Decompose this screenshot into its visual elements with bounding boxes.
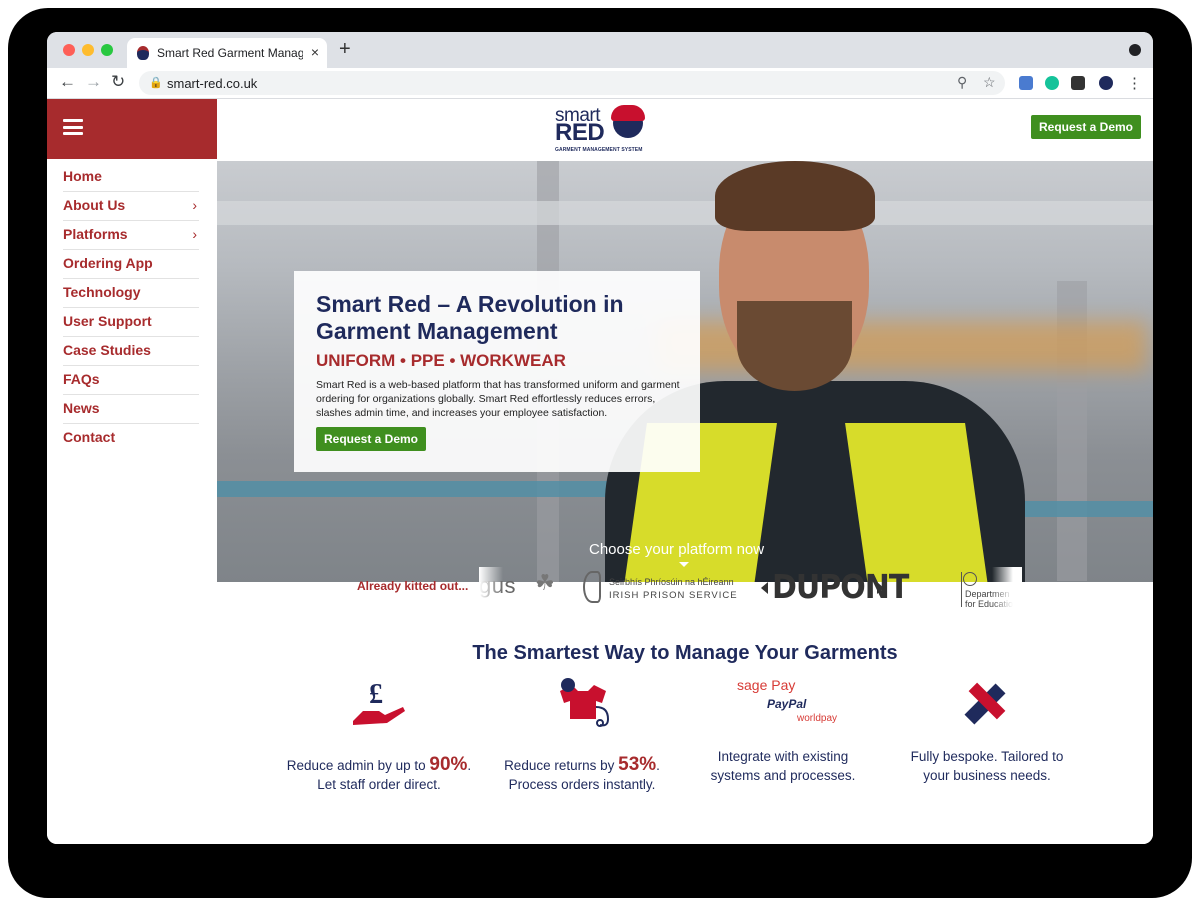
sidebar-item-label: News: [63, 400, 100, 416]
nav-list: Home About Us › Platforms › Ordering App Techn…: [63, 163, 199, 452]
tab-close-icon[interactable]: ×: [311, 44, 319, 60]
sidebar-item-contact[interactable]: Contact: [63, 424, 199, 452]
sidebar: Home About Us › Platforms › Ordering App Techn…: [47, 99, 219, 844]
sidebar-item-label: Case Studies: [63, 342, 151, 358]
sidebar-item-label: Contact: [63, 429, 116, 445]
lock-icon[interactable]: 🔒: [149, 76, 163, 89]
smart-red-logo[interactable]: smart RED GARMENT MANAGEMENT SYSTEM: [555, 105, 647, 155]
hero-subtitle: UNIFORM • PPE • WORKWEAR: [316, 351, 566, 370]
tab-search-icon[interactable]: [1129, 44, 1141, 56]
address-bar[interactable]: 🔒 smart-red.co.uk ⚲ ☆: [139, 71, 1005, 95]
request-demo-button[interactable]: Request a Demo: [1031, 115, 1141, 139]
maximize-window-button[interactable]: [101, 44, 113, 56]
browser-toolbar: ← → ↻ 🔒 smart-red.co.uk ⚲ ☆ ⋮: [47, 68, 1153, 99]
hero-card: Smart Red – A Revolution in Garment Mana…: [294, 271, 700, 472]
bg-conveyor: [217, 481, 637, 497]
site-header: smart RED GARMENT MANAGEMENT SYSTEM Requ…: [217, 99, 1153, 161]
bg-beam: [217, 201, 1153, 225]
forward-icon[interactable]: →: [85, 72, 102, 92]
close-window-button[interactable]: [63, 44, 75, 56]
sidebar-item-news[interactable]: News: [63, 395, 199, 424]
hero-banner: Smart Red – A Revolution in Garment Mana…: [217, 161, 1153, 582]
sidebar-item-platforms[interactable]: Platforms ›: [63, 221, 199, 250]
logo-red: RED: [555, 119, 605, 146]
sidebar-item-ordering-app[interactable]: Ordering App: [63, 250, 199, 279]
caret-down-icon[interactable]: [679, 562, 689, 567]
sidebar-item-case-studies[interactable]: Case Studies: [63, 337, 199, 366]
sidebar-item-home[interactable]: Home: [63, 163, 199, 192]
hamburger-icon[interactable]: [63, 119, 83, 135]
back-icon[interactable]: ←: [59, 72, 76, 92]
sidebar-item-label: Technology: [63, 284, 141, 300]
choose-platform-link[interactable]: Choose your platform now: [589, 541, 764, 558]
chevron-right-icon[interactable]: ›: [192, 192, 197, 218]
profile-avatar[interactable]: [1099, 76, 1113, 90]
grammarly-icon[interactable]: [1045, 76, 1059, 90]
url-text[interactable]: smart-red.co.uk: [167, 76, 257, 91]
sidebar-item-label: Ordering App: [63, 255, 153, 271]
sidebar-item-faqs[interactable]: FAQs: [63, 366, 199, 395]
person-beard: [737, 301, 852, 391]
menu-header: [47, 99, 217, 159]
new-tab-button[interactable]: +: [339, 38, 351, 61]
hero-title: Smart Red – A Revolution in Garment Mana…: [316, 291, 624, 344]
chevron-right-icon[interactable]: ›: [192, 221, 197, 247]
hero-description: Smart Red is a web-based platform that h…: [316, 379, 680, 419]
minimize-window-button[interactable]: [82, 44, 94, 56]
reload-icon[interactable]: ↻: [111, 72, 125, 92]
main-content: smart RED GARMENT MANAGEMENT SYSTEM Requ…: [217, 99, 1153, 844]
hero-request-demo-button[interactable]: Request a Demo: [316, 427, 426, 451]
tab-title: Smart Red Garment Manageme: [157, 46, 303, 60]
sidebar-item-user-support[interactable]: User Support: [63, 308, 199, 337]
sidebar-item-technology[interactable]: Technology: [63, 279, 199, 308]
menu-dots-icon[interactable]: ⋮: [1127, 74, 1142, 92]
person-hair: [715, 161, 875, 231]
sidebar-item-label: Home: [63, 168, 102, 184]
sidebar-item-label: User Support: [63, 313, 152, 329]
tab-bar: Smart Red Garment Manageme × +: [47, 32, 1153, 68]
bookmark-star-icon[interactable]: ☆: [983, 74, 996, 91]
puzzle-icon[interactable]: [1071, 76, 1085, 90]
sidebar-item-label: FAQs: [63, 371, 100, 387]
sidebar-item-about-us[interactable]: About Us ›: [63, 192, 199, 221]
browser-window: Smart Red Garment Manageme × + ← → ↻ 🔒 s…: [47, 32, 1153, 844]
sidebar-item-label: About Us: [63, 197, 126, 213]
helmet-top: [611, 105, 645, 121]
logo-tagline: GARMENT MANAGEMENT SYSTEM: [555, 147, 643, 153]
zoom-icon[interactable]: ⚲: [957, 74, 967, 91]
favicon-icon: [137, 46, 149, 60]
sidebar-item-label: Platforms: [63, 226, 128, 242]
extension-icon[interactable]: [1019, 76, 1033, 90]
browser-tab[interactable]: Smart Red Garment Manageme ×: [127, 38, 327, 68]
hi-vis-vest: [845, 423, 989, 582]
